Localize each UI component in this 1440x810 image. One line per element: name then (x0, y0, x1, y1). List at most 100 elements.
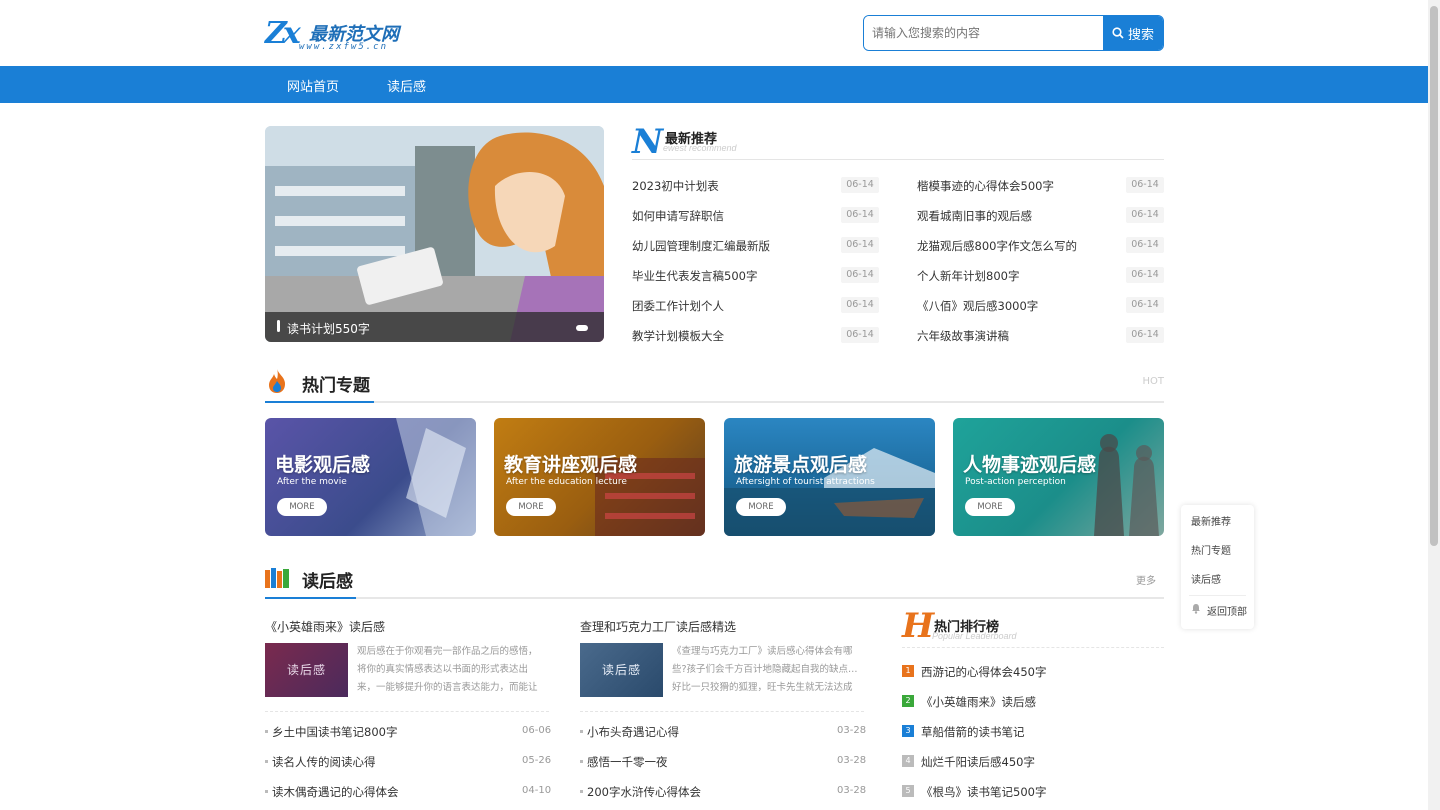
page-scrollbar[interactable] (1428, 0, 1440, 810)
news-date: 06-14 (1126, 207, 1164, 223)
feature-excerpt: 《查理与巧克力工厂》读后感心得体会有哪些?孩子们会千方百计地隐藏起自我的缺点…好… (672, 646, 858, 693)
rank-badge: 3 (902, 725, 914, 737)
list-item[interactable]: 读名人传的阅读心得 (272, 754, 376, 770)
thumb-text: 读后感 (602, 663, 642, 677)
news-date: 06-14 (841, 177, 879, 193)
logo-url: www.zxfw5.cn (299, 42, 389, 52)
ranking-letter: H (902, 606, 935, 646)
rank-badge: 4 (902, 755, 914, 767)
list-item[interactable]: 感悟一千零一夜 (587, 754, 668, 770)
feature-thumb[interactable]: 读后感 (265, 643, 348, 697)
news-item[interactable]: 个人新年计划800字 (917, 268, 1019, 284)
ranking-divider (902, 647, 1164, 648)
list-date: 03-28 (837, 785, 867, 796)
feature-thumb[interactable]: 读后感 (580, 643, 663, 697)
float-item-newest[interactable]: 最新推荐 (1191, 513, 1231, 528)
newest-subtitle: ewest recommend (663, 143, 737, 153)
float-item-reading[interactable]: 读后感 (1191, 571, 1221, 586)
bullet (265, 790, 268, 793)
main-nav: 网站首页 读后感 (0, 66, 1428, 103)
float-item-hot[interactable]: 热门专题 (1191, 542, 1231, 557)
bullet (265, 760, 268, 763)
topic-card-lecture[interactable]: 教育讲座观后感 After the education lecture MORE (494, 418, 705, 536)
list-divider (580, 711, 864, 712)
reading-title: 读后感 (302, 572, 353, 592)
topic-card-en: After the movie (277, 477, 347, 487)
ranking-subtitle: Popular Leaderboard (932, 631, 1017, 641)
bell-icon (1192, 604, 1200, 614)
page: Zx 最新范文网 www.zxfw5.cn 搜索 网站首页 读后感 (0, 0, 1440, 810)
nav-item-reading[interactable]: 读后感 (387, 76, 426, 95)
search-box: 搜索 (863, 15, 1164, 51)
news-item[interactable]: 龙猫观后感800字作文怎么写的 (917, 238, 1077, 254)
search-button-label: 搜索 (1127, 26, 1154, 42)
topic-card-travel[interactable]: 旅游景点观后感 Aftersight of tourist attraction… (724, 418, 935, 536)
list-item[interactable]: 乡土中国读书笔记800字 (272, 724, 397, 740)
topic-card-title: 教育讲座观后感 (504, 454, 638, 476)
site-logo[interactable]: Zx 最新范文网 www.zxfw5.cn (265, 14, 415, 54)
more-button[interactable]: MORE (736, 498, 786, 516)
hot-label: HOT (1142, 376, 1165, 387)
news-item[interactable]: 观看城南旧事的观后感 (917, 208, 1032, 224)
list-item[interactable]: 200字水浒传心得体会 (587, 784, 701, 800)
ranking-item[interactable]: 草船借箭的读书笔记 (921, 724, 1025, 740)
books-icon (265, 568, 289, 588)
news-item[interactable]: 毕业生代表发言稿500字 (632, 268, 757, 284)
news-date: 06-14 (841, 207, 879, 223)
ranking-item[interactable]: 西游记的心得体会450字 (921, 664, 1046, 680)
ranking-item[interactable]: 《小英雄雨来》读后感 (921, 694, 1036, 710)
ranking-item[interactable]: 《根鸟》读书笔记500字 (921, 784, 1046, 800)
news-item[interactable]: 《八佰》观后感3000字 (917, 298, 1038, 314)
back-to-top[interactable]: 返回顶部 (1207, 603, 1247, 618)
feature-title[interactable]: 查理和巧克力工厂读后感精选 (580, 618, 736, 635)
news-item[interactable]: 教学计划模板大全 (632, 328, 724, 344)
header: Zx 最新范文网 www.zxfw5.cn 搜索 (0, 0, 1428, 66)
search-input[interactable] (864, 16, 1103, 50)
reading-more-link[interactable]: 更多 (1136, 572, 1156, 587)
flame-icon (269, 369, 285, 393)
news-date: 06-14 (1126, 327, 1164, 343)
news-item[interactable]: 六年级故事演讲稿 (917, 328, 1009, 344)
more-button[interactable]: MORE (277, 498, 327, 516)
hot-topics-header: 热门专题 HOT (265, 367, 1164, 403)
feature-excerpt: 观后感在于你观看完一部作品之后的感悟，将你的真实情感表达以书面的形式表达出来，一… (357, 646, 538, 693)
list-date: 05-26 (522, 755, 552, 766)
bullet (580, 730, 583, 733)
news-date: 06-14 (841, 297, 879, 313)
banner-slide[interactable]: 读书计划550字 (265, 126, 604, 342)
floating-menu: 最新推荐 热门专题 读后感 返回顶部 (1181, 505, 1254, 629)
ranking-item[interactable]: 灿烂千阳读后感450字 (921, 754, 1035, 770)
topic-card-movie[interactable]: 电影观后感 After the movie MORE (265, 418, 476, 536)
list-item[interactable]: 小布头奇遇记心得 (587, 724, 679, 740)
topic-card-title: 电影观后感 (275, 454, 371, 476)
news-date: 06-14 (1126, 177, 1164, 193)
nav-item-home[interactable]: 网站首页 (287, 76, 339, 95)
search-button[interactable]: 搜索 (1103, 16, 1163, 50)
more-button[interactable]: MORE (965, 498, 1015, 516)
news-item[interactable]: 楷模事迹的心得体会500字 (917, 178, 1054, 194)
banner-caption[interactable]: 读书计划550字 (265, 312, 604, 342)
topic-card-en: Aftersight of tourist attractions (736, 477, 875, 487)
news-item[interactable]: 2023初中计划表 (632, 178, 719, 194)
more-button[interactable]: MORE (506, 498, 556, 516)
news-date: 06-14 (841, 327, 879, 343)
banner-illustration (265, 126, 604, 342)
list-date: 03-28 (837, 755, 867, 766)
news-item[interactable]: 如何申请写辞职信 (632, 208, 724, 224)
news-date: 06-14 (1126, 297, 1164, 313)
list-date: 06-06 (522, 725, 552, 736)
rank-badge: 2 (902, 695, 914, 707)
reading-underline (265, 597, 356, 599)
card-image (1094, 434, 1159, 536)
news-date: 06-14 (1126, 267, 1164, 283)
banner-indicator[interactable] (576, 325, 588, 331)
list-item[interactable]: 读木偶奇遇记的心得体会 (272, 784, 399, 800)
feature-title[interactable]: 《小英雄雨来》读后感 (265, 618, 385, 635)
topic-card-people[interactable]: 人物事迹观后感 Post-action perception MORE (953, 418, 1164, 536)
thumb-text: 读后感 (287, 663, 327, 677)
news-date: 06-14 (1126, 237, 1164, 253)
bullet (265, 730, 268, 733)
news-item[interactable]: 团委工作计划个人 (632, 298, 724, 314)
news-item[interactable]: 幼儿园管理制度汇编最新版 (632, 238, 770, 254)
scrollbar-thumb[interactable] (1430, 6, 1438, 546)
